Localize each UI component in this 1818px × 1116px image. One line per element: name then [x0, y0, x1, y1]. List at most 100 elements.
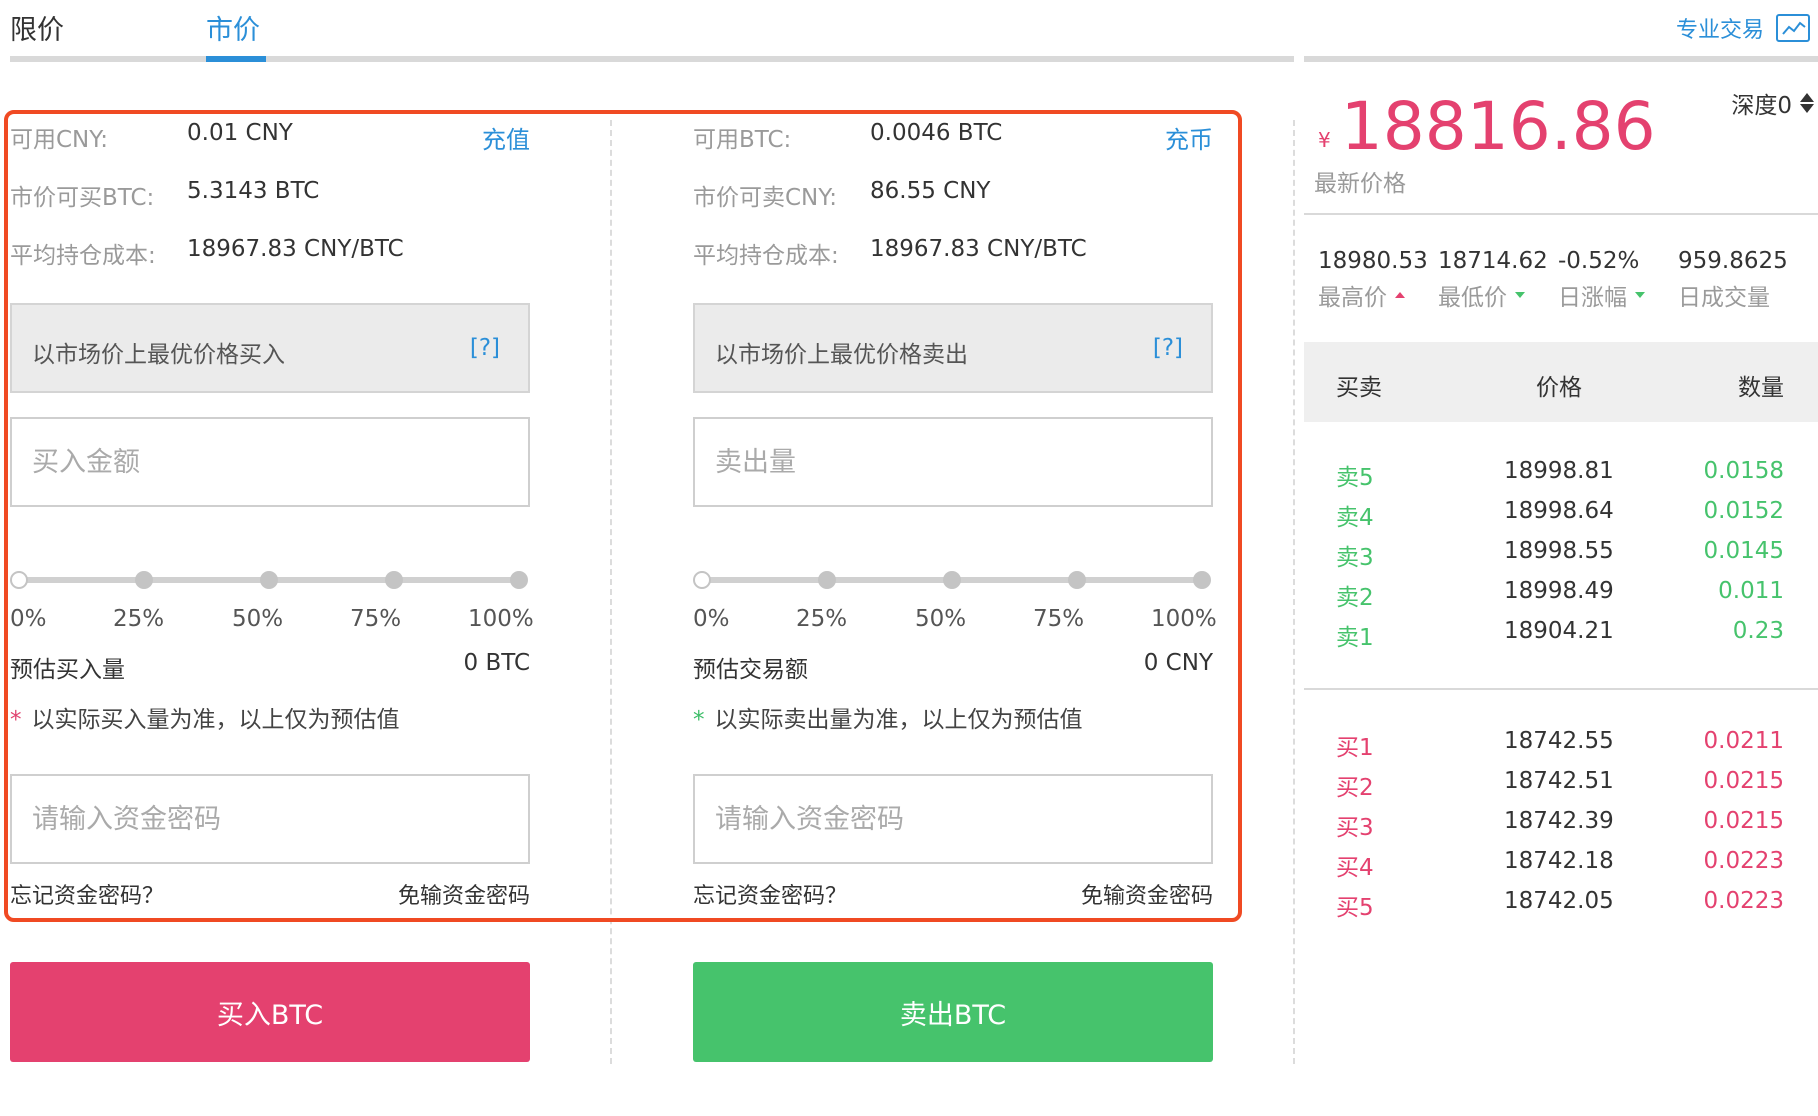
bid-amount: 0.0215 — [1703, 808, 1784, 834]
bid-row[interactable]: 买4 18742.18 0.0223 — [1304, 848, 1818, 888]
bid-side: 买4 — [1336, 855, 1374, 881]
caret-down-icon — [1515, 292, 1525, 298]
divider — [1304, 213, 1818, 215]
forgot-password-link[interactable]: 忘记资金密码？ — [693, 884, 847, 909]
stat-label: 最低价 — [1438, 285, 1507, 311]
slider-stop-25[interactable] — [135, 571, 153, 589]
avg-cost-value: 18967.83 CNY/BTC — [187, 236, 404, 262]
slider-stop-100[interactable] — [1193, 571, 1211, 589]
slider-stop-75[interactable] — [385, 571, 403, 589]
fund-password-input[interactable] — [10, 774, 530, 864]
slider-stop-50[interactable] — [260, 571, 278, 589]
ask-side: 卖5 — [1336, 465, 1374, 491]
ask-row[interactable]: 卖5 18998.81 0.0158 — [1304, 458, 1818, 498]
bid-price: 18742.18 — [1504, 848, 1614, 874]
bid-row[interactable]: 买5 18742.05 0.0223 — [1304, 888, 1818, 928]
sell-btc-button[interactable]: 卖出BTC — [693, 962, 1213, 1062]
market-price-note: 以市场价上最优价格买入 — [32, 342, 285, 368]
percent-label: 75% — [350, 606, 402, 632]
bid-price: 18742.39 — [1504, 808, 1614, 834]
bid-row[interactable]: 买2 18742.51 0.0215 — [1304, 768, 1818, 808]
stat-volume: 959.8625 日成交量 — [1678, 248, 1788, 312]
deposit-cny-link[interactable]: 充值 — [482, 120, 530, 155]
stat-label: 最高价 — [1318, 285, 1387, 311]
bid-row[interactable]: 买3 18742.39 0.0215 — [1304, 808, 1818, 848]
ask-amount: 0.0152 — [1703, 498, 1784, 524]
ask-price: 18904.21 — [1504, 618, 1614, 644]
help-link[interactable]: [?] — [1153, 335, 1183, 361]
ask-price: 18998.55 — [1504, 538, 1614, 564]
ask-amount: 0.0158 — [1703, 458, 1784, 484]
ask-side: 卖3 — [1336, 545, 1374, 571]
no-password-link[interactable]: 免输资金密码 — [1081, 878, 1213, 910]
slider-stop-50[interactable] — [943, 571, 961, 589]
forgot-password-link[interactable]: 忘记资金密码？ — [10, 884, 164, 909]
slider-handle[interactable] — [693, 571, 711, 589]
bid-price: 18742.51 — [1504, 768, 1614, 794]
estimate-disclaimer: * 以实际买入量为准，以上仅为预估值 — [10, 700, 400, 734]
avg-cost-row: 平均持仓成本: 18967.83 CNY/BTC — [693, 236, 1213, 276]
ask-row[interactable]: 卖3 18998.55 0.0145 — [1304, 538, 1818, 578]
bid-row[interactable]: 买1 18742.55 0.0211 — [1304, 728, 1818, 768]
disclaimer-star: * — [693, 707, 705, 733]
estimate-value: 0 CNY — [1143, 650, 1213, 676]
market-price-note-box: 以市场价上最优价格卖出 [?] — [693, 303, 1213, 393]
help-link[interactable]: [?] — [470, 335, 500, 361]
pro-trade-link[interactable]: 专业交易 — [1676, 12, 1810, 44]
panel-divider — [1293, 120, 1295, 1064]
percent-label: 0% — [10, 606, 47, 632]
available-btc-row: 可用BTC: 0.0046 BTC 充币 — [693, 120, 1213, 160]
percent-label: 100% — [468, 606, 534, 632]
avg-cost-row: 平均持仓成本: 18967.83 CNY/BTC — [10, 236, 530, 276]
buy-amount-input[interactable] — [10, 417, 530, 507]
ask-row[interactable]: 卖2 18998.49 0.011 — [1304, 578, 1818, 618]
slider-stop-25[interactable] — [818, 571, 836, 589]
orderbook-header: 买卖 价格 数量 — [1304, 342, 1818, 422]
slider-handle[interactable] — [10, 571, 28, 589]
tab-market[interactable]: 市价 — [206, 8, 260, 47]
price-header: 价格 — [1536, 375, 1582, 401]
slider-stop-100[interactable] — [510, 571, 528, 589]
disclaimer-star: * — [10, 707, 22, 733]
market-panel: 深度0 ¥ 18816.86 最新价格 18980.53 最高价 18714.6… — [1304, 68, 1818, 1116]
stat-value: 18714.62 — [1438, 248, 1548, 274]
available-cny-value: 0.01 CNY — [187, 120, 293, 146]
percent-label: 75% — [1033, 606, 1085, 632]
buy-percent-slider[interactable]: 0% 25% 50% 75% 100% — [10, 564, 534, 634]
stat-high: 18980.53 最高价 — [1318, 248, 1428, 312]
bid-amount: 0.0211 — [1703, 728, 1784, 754]
ask-row[interactable]: 卖4 18998.64 0.0152 — [1304, 498, 1818, 538]
deposit-btc-link[interactable]: 充币 — [1165, 120, 1213, 155]
last-price-value: 18816.86 — [1340, 88, 1656, 165]
depth-selector[interactable]: 深度0 — [1731, 86, 1814, 120]
market-price-note-box: 以市场价上最优价格买入 [?] — [10, 303, 530, 393]
market-buyable-value: 5.3143 BTC — [187, 178, 320, 204]
sell-amount-input[interactable] — [693, 417, 1213, 507]
estimate-value: 0 BTC — [463, 650, 530, 676]
stat-change: -0.52% 日涨幅 — [1558, 248, 1645, 312]
stat-label: 日成交量 — [1678, 285, 1770, 311]
estimate-disclaimer: * 以实际卖出量为准，以上仅为预估值 — [693, 700, 1083, 734]
disclaimer-text: 以实际卖出量为准，以上仅为预估值 — [714, 707, 1083, 733]
fund-password-input[interactable] — [693, 774, 1213, 864]
market-buyable-label: 市价可买BTC: — [10, 185, 155, 211]
order-type-tabs: 限价 市价 — [10, 0, 1294, 62]
pro-trade-label: 专业交易 — [1675, 18, 1764, 43]
tab-limit[interactable]: 限价 — [10, 8, 64, 47]
slider-stop-75[interactable] — [1068, 571, 1086, 589]
no-password-link[interactable]: 免输资金密码 — [398, 878, 530, 910]
stat-value: -0.52% — [1558, 248, 1640, 274]
available-btc-label: 可用BTC: — [693, 127, 792, 153]
bid-amount: 0.0223 — [1703, 888, 1784, 914]
disclaimer-text: 以实际买入量为准，以上仅为预估值 — [31, 707, 400, 733]
sell-percent-slider[interactable]: 0% 25% 50% 75% 100% — [693, 564, 1217, 634]
stat-low: 18714.62 最低价 — [1438, 248, 1548, 312]
ask-row[interactable]: 卖1 18904.21 0.23 — [1304, 618, 1818, 658]
chart-monitor-icon — [1776, 14, 1810, 42]
buy-btc-button[interactable]: 买入BTC — [10, 962, 530, 1062]
ask-side: 卖4 — [1336, 505, 1374, 531]
bid-side: 买1 — [1336, 735, 1374, 761]
caret-down-icon — [1635, 292, 1645, 298]
caret-up-icon — [1395, 292, 1405, 298]
depth-label: 深度0 — [1731, 93, 1792, 119]
